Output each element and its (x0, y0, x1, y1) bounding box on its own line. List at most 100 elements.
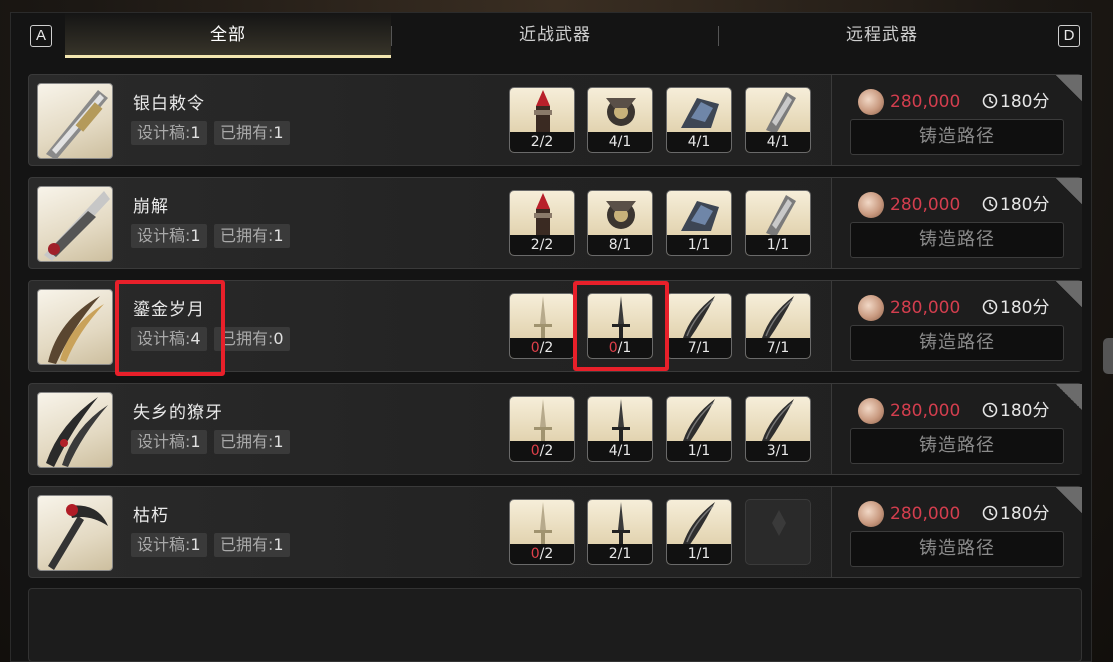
material-count: 7/1 (746, 338, 810, 358)
curved-blade-icon (762, 399, 794, 443)
price: 280,000 (890, 504, 961, 524)
owned-label: 已拥有: (220, 226, 274, 245)
material-need: 1 (622, 546, 632, 562)
design-count: 4 (190, 329, 201, 348)
craft-time-value: 180分 (1000, 92, 1050, 112)
material-count: 1/1 (667, 544, 731, 564)
mechanism-icon (766, 92, 796, 134)
design-count: 1 (190, 432, 201, 451)
material-slot[interactable]: 0/2 (509, 499, 575, 565)
weapon-image (37, 495, 113, 571)
clock-icon (982, 299, 998, 315)
coin-icon (858, 501, 884, 527)
material-need: 1 (780, 134, 790, 150)
material-slot[interactable]: 7/1 (745, 293, 811, 359)
owned-label: 已拥有: (220, 535, 274, 554)
curved-blade-icon (683, 502, 715, 546)
price: 280,000 (890, 401, 961, 421)
design-count-chip: 设计稿:1 (131, 430, 207, 454)
design-count: 1 (190, 226, 201, 245)
weapon-name: 枯朽 (133, 506, 169, 526)
material-slot[interactable]: 4/1 (587, 87, 653, 153)
design-label: 设计稿: (137, 123, 191, 142)
material-slot[interactable]: 3/1 (745, 396, 811, 462)
weapon-row[interactable]: 枯朽 设计稿:1 已拥有:1 0/2 2/1 1/1 280,000 180分 铸造路径 (28, 486, 1082, 578)
material-slot[interactable]: 1/1 (666, 499, 732, 565)
material-count: 1/1 (667, 441, 731, 461)
owned-count-chip: 已拥有:1 (214, 430, 290, 454)
material-count: 0/2 (510, 338, 574, 358)
material-count: 4/1 (588, 132, 652, 152)
coin-icon (858, 398, 884, 424)
material-slot[interactable]: 4/1 (587, 396, 653, 462)
weapon-row[interactable]: 崩解 设计稿:1 已拥有:1 2/2 8/1 1/1 1/1 280,000 180分 铸造路径 (28, 177, 1082, 269)
material-slot[interactable]: 0/2 (509, 293, 575, 359)
owned-label: 已拥有: (220, 432, 274, 451)
design-label: 设计稿: (137, 329, 191, 348)
material-need: 1 (701, 546, 711, 562)
material-need: 1 (701, 443, 711, 459)
pin-icon[interactable] (1056, 487, 1082, 513)
owned-label: 已拥有: (220, 123, 274, 142)
owned-count: 1 (273, 226, 284, 245)
tab-all[interactable]: 全部 (65, 12, 391, 58)
pin-icon[interactable] (1056, 281, 1082, 307)
cost-panel: 280,000 180分铸造路径 (831, 384, 1082, 474)
material-slot[interactable]: 2/1 (587, 499, 653, 565)
material-slot[interactable]: 2/2 (509, 190, 575, 256)
crafting-path-button[interactable]: 铸造路径 (850, 222, 1064, 258)
owned-count-chip: 已拥有:1 (214, 533, 290, 557)
material-slot[interactable]: 0/1 (587, 293, 653, 359)
material-slot[interactable]: 7/1 (666, 293, 732, 359)
material-slot[interactable]: 2/2 (509, 87, 575, 153)
design-count-chip: 设计稿:4 (131, 327, 207, 351)
craft-time: 180分 (982, 501, 1049, 527)
owned-count: 1 (273, 123, 284, 142)
material-need: 2 (544, 546, 554, 562)
material-need: 1 (780, 237, 790, 253)
material-slot[interactable]: 1/1 (666, 190, 732, 256)
material-count: 0/2 (510, 441, 574, 461)
material-slot[interactable]: 0/2 (509, 396, 575, 462)
design-count-chip: 设计稿:1 (131, 121, 207, 145)
sword-icon (612, 399, 630, 442)
key-hint-a: A (30, 25, 52, 47)
pin-icon[interactable] (1056, 75, 1082, 101)
weapon-image (37, 289, 113, 365)
material-slot[interactable]: 4/1 (666, 87, 732, 153)
material-have: 3 (766, 443, 776, 459)
crafting-path-button[interactable]: 铸造路径 (850, 325, 1064, 361)
craft-time: 180分 (982, 89, 1049, 115)
red-crystal-icon (534, 90, 552, 132)
craft-time-value: 180分 (1000, 298, 1050, 318)
crafting-path-button[interactable]: 铸造路径 (850, 428, 1064, 464)
material-need: 1 (622, 134, 632, 150)
owned-count: 1 (273, 535, 284, 554)
material-have: 0 (608, 340, 618, 356)
clock-icon (982, 505, 998, 521)
key-hint-d: D (1058, 25, 1080, 47)
weapon-row[interactable]: 银白敕令 设计稿:1 已拥有:1 2/2 4/1 4/1 4/1 280,000 180分 铸造路… (28, 74, 1082, 166)
weapon-row[interactable]: 失乡的獠牙 设计稿:1 已拥有:1 0/2 4/1 1/1 3/1 280,000 180分 铸造… (28, 383, 1082, 475)
empty-material-slot (745, 499, 811, 565)
crafting-path-button[interactable]: 铸造路径 (850, 119, 1064, 155)
material-slot[interactable]: 4/1 (745, 87, 811, 153)
material-need: 1 (780, 340, 790, 356)
material-count: 8/1 (588, 235, 652, 255)
curved-blade-icon (683, 399, 715, 443)
clock-icon (982, 196, 998, 212)
craft-time: 180分 (982, 398, 1049, 424)
material-count: 7/1 (667, 338, 731, 358)
scrollbar-handle[interactable] (1103, 338, 1113, 374)
tab-ranged[interactable]: 远程武器 (719, 12, 1045, 58)
pin-icon[interactable] (1056, 178, 1082, 204)
tab-melee[interactable]: 近战武器 (392, 12, 718, 58)
cost-panel: 280,000 180分 铸造路径 (831, 178, 1082, 268)
material-slot[interactable]: 1/1 (666, 396, 732, 462)
weapon-row[interactable]: 鎏金岁月 设计稿:4 已拥有:0 0/2 0/1 7/1 7/1 280,000 180分 铸造路… (28, 280, 1082, 372)
material-slot[interactable]: 1/1 (745, 190, 811, 256)
pin-icon[interactable] (1056, 384, 1082, 410)
crafting-path-button[interactable]: 铸造路径 (850, 531, 1064, 567)
craft-time-value: 180分 (1000, 195, 1050, 215)
material-slot[interactable]: 8/1 (587, 190, 653, 256)
